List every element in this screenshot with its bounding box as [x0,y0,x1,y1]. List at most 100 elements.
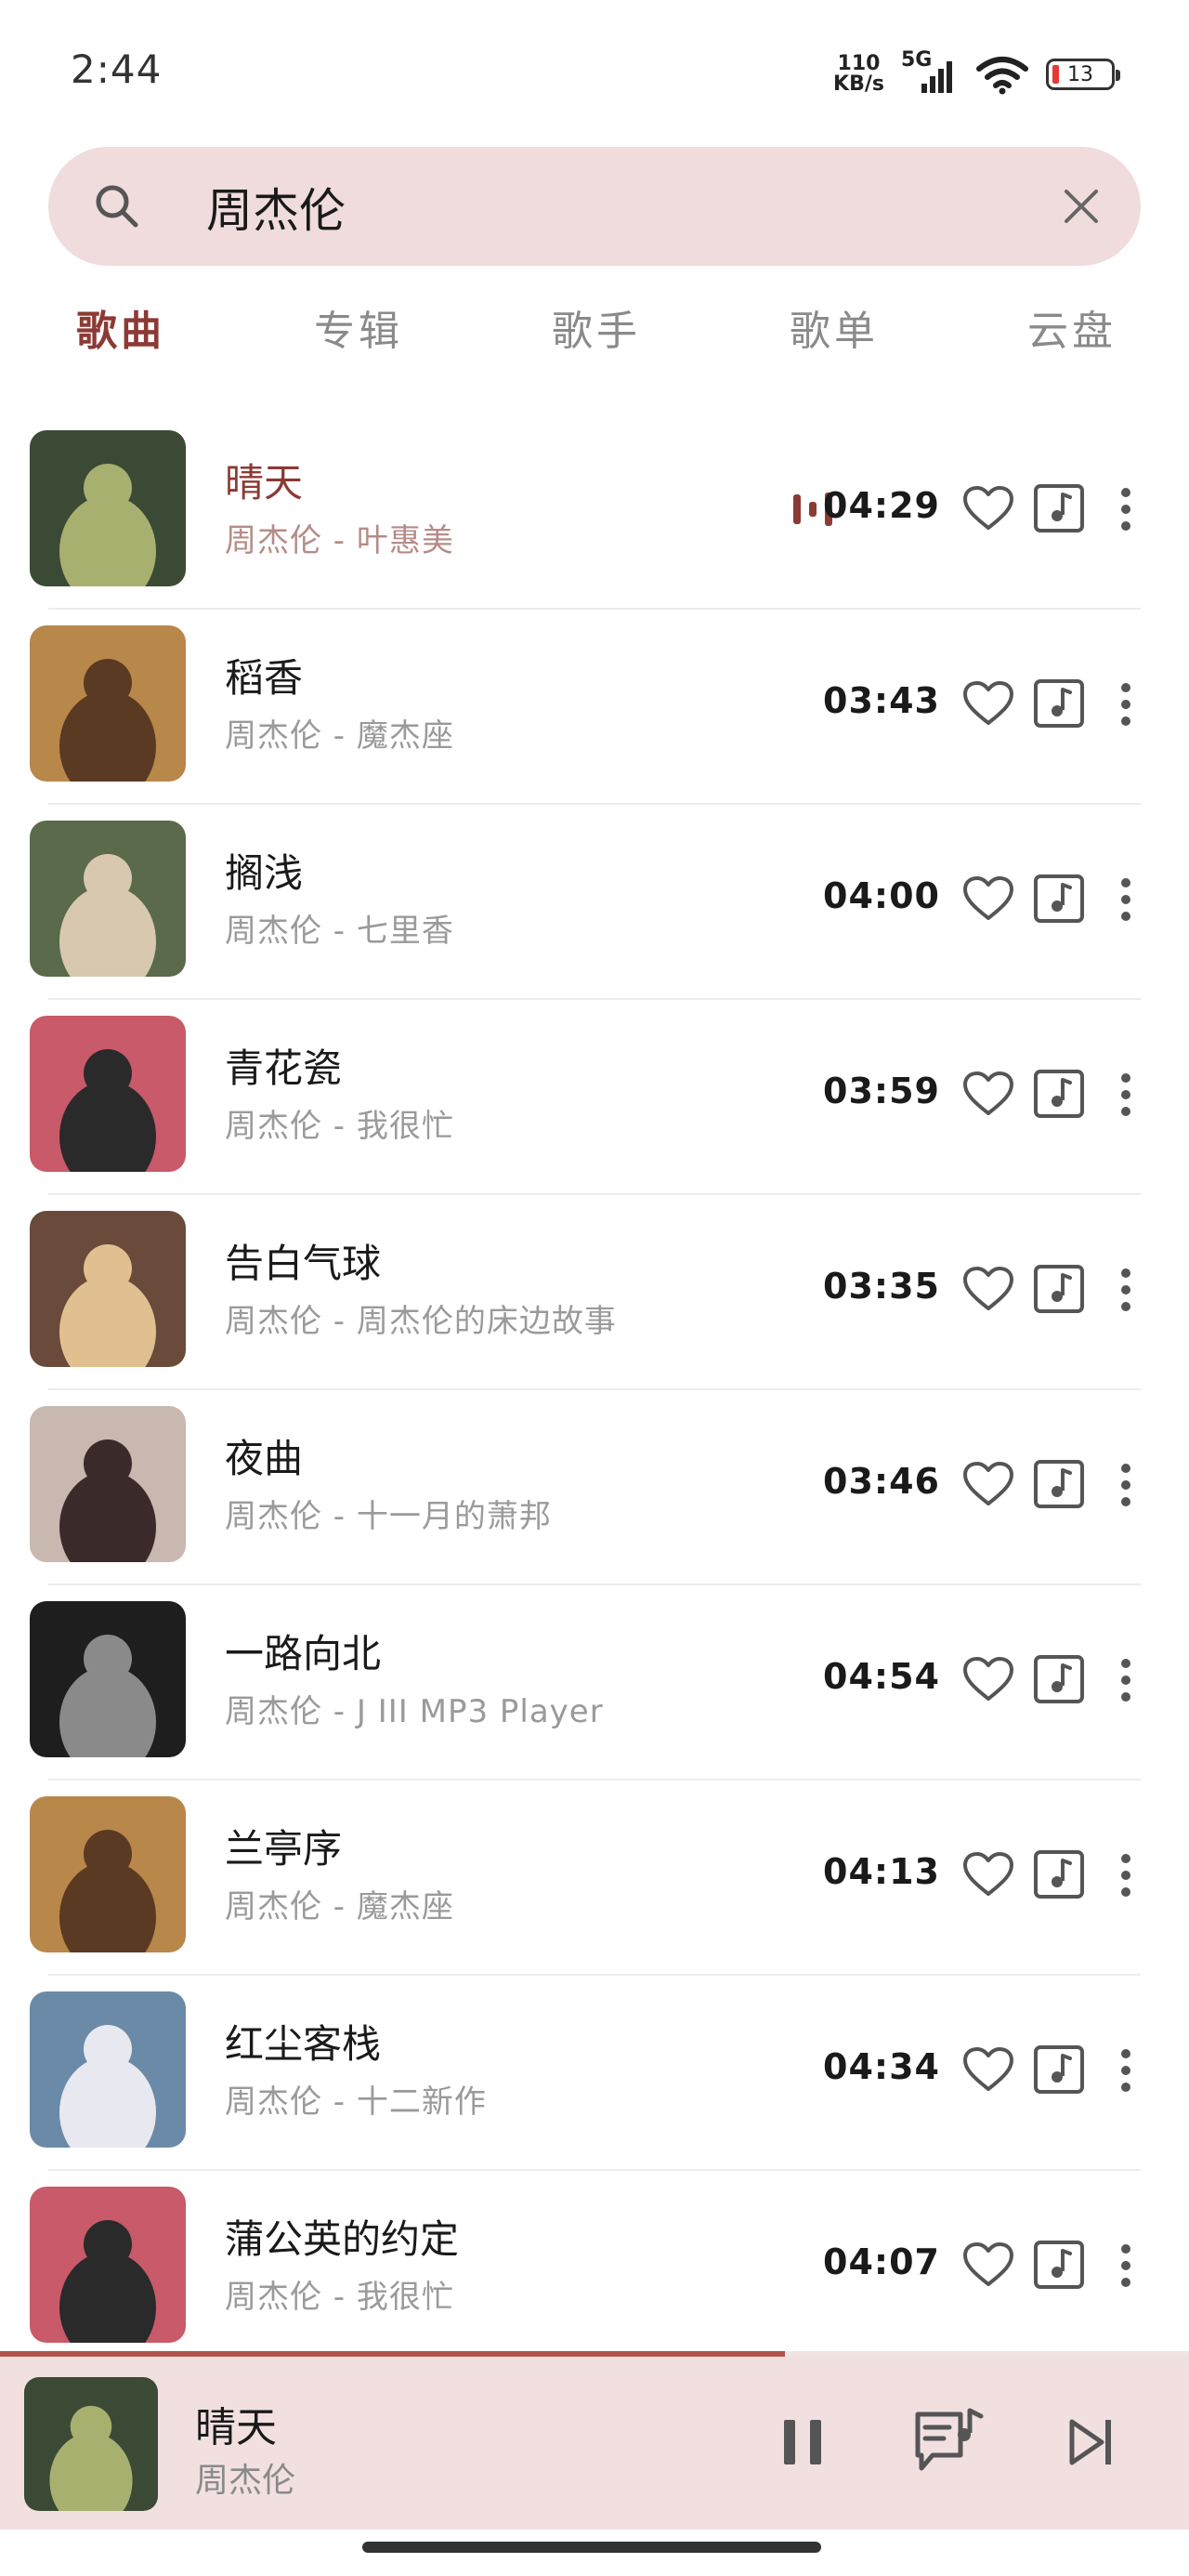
skip-next-icon[interactable] [1068,2416,1117,2468]
song-duration: 03:35 [823,1266,940,1307]
heart-icon[interactable] [962,680,1014,727]
song-duration: 03:46 [823,1461,940,1502]
song-artist-album: 周杰伦 - 我很忙 [225,2279,454,2316]
song-row-4[interactable]: 青花瓷 周杰伦 - 我很忙 03:59 [0,1000,1189,1195]
playlist-icon[interactable] [912,2407,985,2477]
more-vertical-icon[interactable] [1115,2046,1137,2095]
mini-player[interactable]: 晴天 周杰伦 [0,2357,1189,2530]
song-title: 兰亭序 [225,1826,343,1872]
album-cover [30,1601,186,1757]
song-artist-album: 周杰伦 - 十一月的萧邦 [225,1498,552,1535]
category-tabs: 歌曲 专辑 歌手 歌单 云盘 [0,297,1189,372]
song-artist-album: 周杰伦 - 七里香 [225,913,454,950]
song-artist-album: 周杰伦 - 魔杰座 [225,717,454,755]
song-row-9[interactable]: 红尘客栈 周杰伦 - 十二新作 04:34 [0,1976,1189,2171]
music-video-icon[interactable] [1033,1264,1085,1314]
close-icon[interactable] [1063,188,1100,225]
music-video-icon[interactable] [1033,2044,1085,2095]
song-title: 告白气球 [225,1241,382,1286]
song-artist-album: 周杰伦 - 魔杰座 [225,1888,454,1925]
music-video-icon[interactable] [1033,678,1085,729]
song-row-3[interactable]: 搁浅 周杰伦 - 七里香 04:00 [0,805,1189,1000]
more-vertical-icon[interactable] [1115,485,1137,533]
now-playing-cover[interactable] [24,2377,158,2511]
tab-cloud-drive[interactable]: 云盘 [1027,297,1117,357]
song-title: 红尘客栈 [225,2021,382,2067]
tab-songs[interactable]: 歌曲 [76,297,165,357]
tab-artists[interactable]: 歌手 [552,297,641,357]
album-cover [30,1406,186,1562]
more-vertical-icon[interactable] [1115,680,1137,729]
song-list: 晴天 周杰伦 - 叶惠美 04:29 稻香 周杰伦 - 魔杰座 03:43 搁浅… [0,414,1189,2366]
now-playing-title[interactable]: 晴天 [195,2394,277,2453]
heart-icon[interactable] [962,875,1014,922]
more-vertical-icon[interactable] [1115,2241,1137,2290]
song-title: 青花瓷 [225,1045,343,1091]
search-input[interactable] [204,169,1044,245]
music-video-icon[interactable] [1033,2240,1085,2290]
tab-playlists[interactable]: 歌单 [790,297,879,357]
song-row-7[interactable]: 一路向北 周杰伦 - J III MP3 Player 04:54 [0,1585,1189,1781]
album-cover [30,821,186,977]
more-vertical-icon[interactable] [1115,1071,1137,1119]
song-duration: 04:29 [823,485,940,526]
tab-albums[interactable]: 专辑 [314,297,403,357]
album-cover [30,430,186,586]
heart-icon[interactable] [962,1851,1014,1898]
more-vertical-icon[interactable] [1115,875,1137,924]
now-playing-artist[interactable]: 周杰伦 [195,2453,295,2502]
cellular-signal-icon: 5G [901,48,959,97]
song-title: 晴天 [225,460,304,506]
music-video-icon[interactable] [1033,874,1085,924]
battery-icon: 13 [1046,59,1120,90]
heart-icon[interactable] [962,1461,1014,1507]
song-duration: 03:43 [823,680,940,721]
song-title: 稻香 [225,655,304,701]
album-cover [30,2187,186,2343]
heart-icon[interactable] [962,1656,1014,1702]
album-cover [30,1211,186,1367]
wifi-icon [976,57,1028,95]
heart-icon[interactable] [962,1071,1014,1117]
search-bar[interactable] [48,147,1141,266]
song-duration: 04:34 [823,2046,940,2087]
more-vertical-icon[interactable] [1115,1851,1137,1899]
search-icon[interactable] [91,180,143,232]
song-artist-album: 周杰伦 - 十二新作 [225,2083,487,2121]
song-title: 夜曲 [225,1436,304,1481]
song-row-1[interactable]: 晴天 周杰伦 - 叶惠美 04:29 [0,414,1189,610]
song-duration: 04:07 [823,2241,940,2282]
status-icons: 110 KB/s 5G 13 [833,46,1120,102]
song-row-5[interactable]: 告白气球 周杰伦 - 周杰伦的床边故事 03:35 [0,1195,1189,1390]
song-title: 一路向北 [225,1631,382,1676]
song-row-2[interactable]: 稻香 周杰伦 - 魔杰座 03:43 [0,610,1189,805]
song-duration: 03:59 [823,1071,940,1111]
song-row-10[interactable]: 蒲公英的约定 周杰伦 - 我很忙 04:07 [0,2171,1189,2366]
music-video-icon[interactable] [1033,1459,1085,1509]
song-title: 搁浅 [225,850,304,896]
more-vertical-icon[interactable] [1115,1266,1137,1314]
song-row-8[interactable]: 兰亭序 周杰伦 - 魔杰座 04:13 [0,1781,1189,1976]
status-bar: 2:44 110 KB/s 5G 13 [0,0,1189,139]
music-video-icon[interactable] [1033,1654,1085,1704]
song-row-6[interactable]: 夜曲 周杰伦 - 十一月的萧邦 03:46 [0,1390,1189,1585]
song-artist-album: 周杰伦 - 叶惠美 [225,522,454,559]
song-duration: 04:13 [823,1851,940,1892]
more-vertical-icon[interactable] [1115,1656,1137,1704]
music-video-icon[interactable] [1033,1849,1085,1899]
status-time: 2:44 [71,46,163,92]
album-cover [30,1796,186,1952]
song-duration: 04:54 [823,1656,940,1697]
song-duration: 04:00 [823,875,940,916]
home-indicator[interactable] [362,2542,821,2553]
pause-icon[interactable] [780,2416,825,2468]
song-artist-album: 周杰伦 - 周杰伦的床边故事 [225,1303,617,1340]
music-video-icon[interactable] [1033,1069,1085,1119]
heart-icon[interactable] [962,2241,1014,2288]
heart-icon[interactable] [962,2046,1014,2093]
music-video-icon[interactable] [1033,483,1085,533]
more-vertical-icon[interactable] [1115,1461,1137,1509]
heart-icon[interactable] [962,1266,1014,1312]
song-title: 蒲公英的约定 [225,2216,460,2262]
heart-icon[interactable] [962,485,1014,532]
